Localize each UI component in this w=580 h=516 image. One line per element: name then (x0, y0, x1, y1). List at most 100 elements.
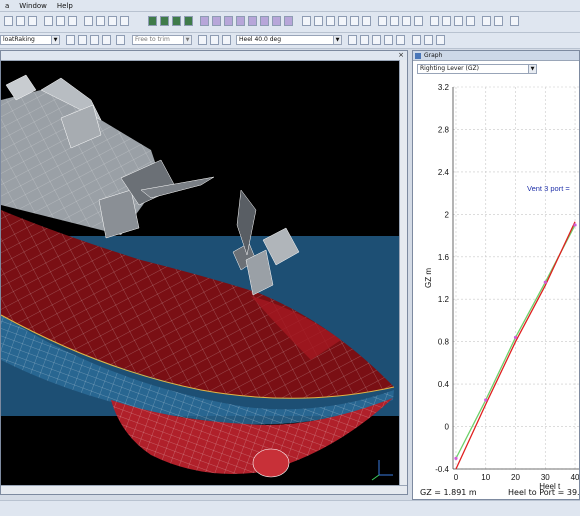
chevron-down-icon: ▼ (333, 36, 341, 44)
y-tick-label: 0 (445, 423, 450, 432)
step-icon[interactable] (102, 35, 111, 45)
display-icon-8[interactable] (436, 35, 445, 45)
display-icon-1[interactable] (348, 35, 357, 45)
analysis-icon-1[interactable] (378, 16, 387, 26)
display-icon-6[interactable] (412, 35, 421, 45)
window-icon-2[interactable] (314, 16, 323, 26)
warning-icon[interactable] (442, 16, 451, 26)
window-icon-5[interactable] (350, 16, 359, 26)
graph-titlebar: Graph (413, 51, 579, 61)
heel-decrease-icon[interactable] (198, 35, 207, 45)
data-point (513, 335, 518, 340)
gz-readout: GZ = 1.891 m (420, 488, 477, 497)
tank-icon-2[interactable] (212, 16, 221, 26)
trim-value: Free to trim (135, 36, 170, 43)
graph-type-value: Righting Lever (GZ) (420, 65, 479, 72)
stop-icon[interactable] (78, 35, 87, 45)
paste-icon[interactable] (68, 16, 77, 26)
heel-options-icon[interactable] (222, 35, 231, 45)
record-icon[interactable] (116, 35, 125, 45)
data-point (484, 398, 488, 402)
trim-select[interactable]: Free to trim ▼ (132, 35, 192, 45)
viewport-vertical-scrollbar[interactable] (399, 60, 407, 486)
report-icon[interactable] (454, 16, 463, 26)
hull-render (1, 74, 402, 481)
x-tick-label: 0 (454, 473, 459, 482)
cut-icon[interactable] (44, 16, 53, 26)
3d-viewport[interactable]: × (0, 50, 408, 495)
undo-icon[interactable] (84, 16, 93, 26)
display-icon-7[interactable] (424, 35, 433, 45)
data-point (543, 280, 547, 284)
hull-view-icon-1[interactable] (148, 16, 157, 26)
tank-icon-5[interactable] (248, 16, 257, 26)
graph-type-select[interactable]: Righting Lever (GZ) ▼ (417, 64, 537, 74)
window-icon-1[interactable] (302, 16, 311, 26)
analysis-icon-2[interactable] (390, 16, 399, 26)
hull-view-icon-3[interactable] (172, 16, 181, 26)
x-tick-label: 40 (571, 473, 579, 482)
tank-icon-4[interactable] (236, 16, 245, 26)
display-icon-5[interactable] (396, 35, 405, 45)
chevron-down-icon: ▼ (183, 36, 191, 44)
hull-view-icon-2[interactable] (160, 16, 169, 26)
display-icon-2[interactable] (360, 35, 369, 45)
graph-window: Graph Righting Lever (GZ) ▼ -0.4 0 0.4 0.8 1… (412, 50, 580, 500)
heel-increase-icon[interactable] (210, 35, 219, 45)
pause-icon[interactable] (90, 35, 99, 45)
x-tick-label: 20 (511, 473, 520, 482)
y-tick-label: 2 (445, 210, 450, 219)
y-tick-label: -0.4 (435, 465, 449, 474)
window-icon-3[interactable] (326, 16, 335, 26)
check-icon[interactable] (430, 16, 439, 26)
window-icon-6[interactable] (362, 16, 371, 26)
window-icon-4[interactable] (338, 16, 347, 26)
status-bar (0, 500, 580, 516)
redo-icon[interactable] (96, 16, 105, 26)
y-tick-label: 0.8 (438, 338, 450, 347)
close-icon[interactable]: × (398, 51, 404, 59)
menu-item-window[interactable]: Window (14, 2, 52, 10)
load-case-select[interactable]: loatRaking ▼ (0, 35, 60, 45)
open-icon[interactable] (16, 16, 25, 26)
display-icon-4[interactable] (384, 35, 393, 45)
chevron-down-icon: ▼ (528, 65, 536, 73)
new-icon[interactable] (4, 16, 13, 26)
zoom-icon[interactable] (108, 16, 117, 26)
heel-value: Heel 40.0 deg (239, 36, 282, 43)
graph-icon (415, 53, 421, 59)
menu-item-edit[interactable]: a (0, 2, 14, 10)
tank-icon-8[interactable] (284, 16, 293, 26)
x-tick-label: 30 (541, 473, 550, 482)
tank-icon-6[interactable] (260, 16, 269, 26)
data-point (454, 456, 458, 460)
analysis-icon-3[interactable] (402, 16, 411, 26)
tank-icon-7[interactable] (272, 16, 281, 26)
load-case-value: loatRaking (3, 36, 35, 43)
viewport-horizontal-scrollbar[interactable] (1, 485, 407, 494)
heel-readout: Heel to Port = 39. (508, 488, 580, 497)
chart-annotation: Vent 3 port = (527, 184, 570, 193)
heel-select[interactable]: Heel 40.0 deg ▼ (236, 35, 342, 45)
y-tick-label: 2.4 (438, 168, 450, 177)
table-icon[interactable] (466, 16, 475, 26)
tank-icon-3[interactable] (224, 16, 233, 26)
tank-icon-1[interactable] (200, 16, 209, 26)
save-icon[interactable] (28, 16, 37, 26)
run-icon[interactable] (66, 35, 75, 45)
menu-item-help[interactable]: Help (52, 2, 78, 10)
pan-icon[interactable] (120, 16, 129, 26)
analysis-icon-4[interactable] (414, 16, 423, 26)
hull-view-icon-4[interactable] (184, 16, 193, 26)
calculator-icon[interactable] (510, 16, 519, 26)
settings-icon[interactable] (482, 16, 491, 26)
help-icon[interactable] (494, 16, 503, 26)
x-tick-label: 10 (481, 473, 490, 482)
y-tick-label: 0.4 (438, 380, 450, 389)
menu-bar: a Window Help (0, 0, 580, 12)
analysis-toolbar: loatRaking ▼ Free to trim ▼ Heel 40.0 de… (0, 33, 580, 49)
copy-icon[interactable] (56, 16, 65, 26)
chevron-down-icon: ▼ (51, 36, 59, 44)
display-icon-3[interactable] (372, 35, 381, 45)
y-tick-label: 1.2 (438, 295, 450, 304)
